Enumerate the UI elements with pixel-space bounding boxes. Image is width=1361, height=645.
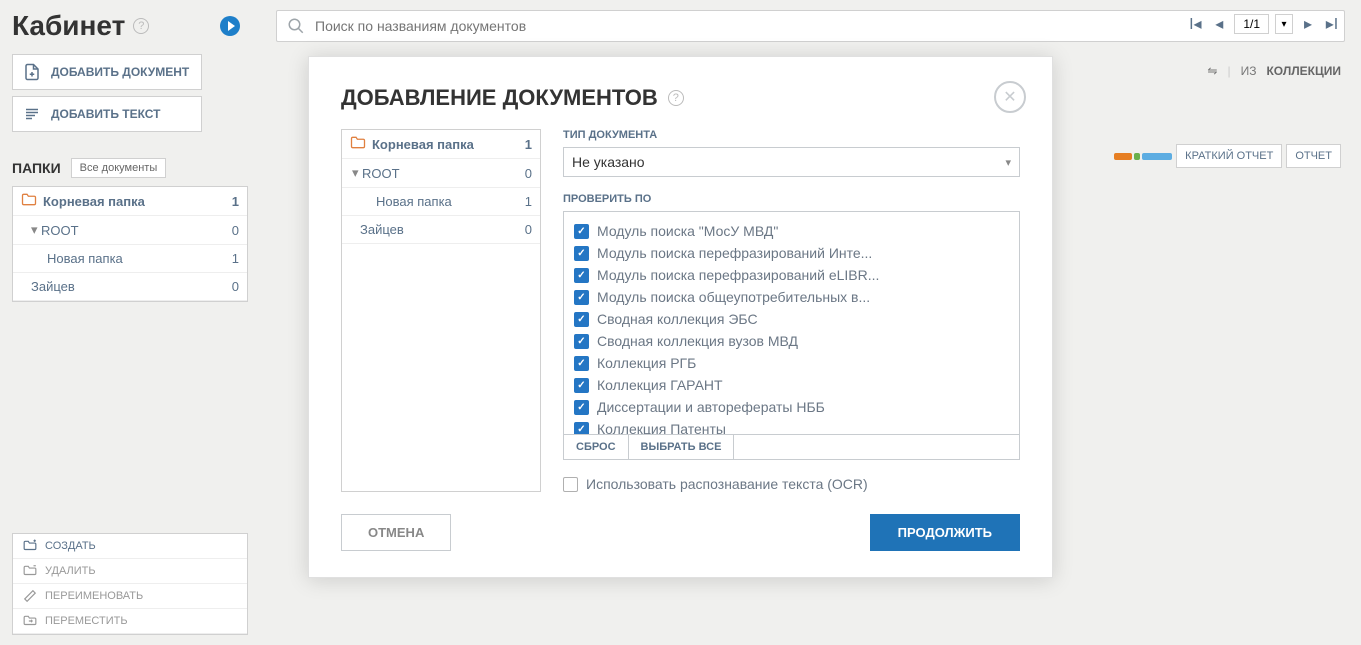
check-item[interactable]: Сводная коллекция вузов МВД xyxy=(574,330,1009,352)
checkbox-icon xyxy=(574,400,589,415)
close-icon: ✕ xyxy=(1003,87,1016,107)
checkbox-icon xyxy=(574,378,589,393)
chevron-down-icon: ▾ xyxy=(352,165,362,181)
folder-name: Зайцев xyxy=(360,222,404,237)
select-all-button[interactable]: ВЫБРАТЬ ВСЕ xyxy=(629,435,735,459)
check-item[interactable]: Модуль поиска перефразирований eLIBR... xyxy=(574,264,1009,286)
checkbox-icon xyxy=(574,246,589,261)
folder-count: 0 xyxy=(525,166,532,181)
checkbox-icon xyxy=(574,334,589,349)
check-label: Модуль поиска перефразирований Инте... xyxy=(597,245,872,261)
check-item[interactable]: Модуль поиска общеупотребительных в... xyxy=(574,286,1009,308)
check-item[interactable]: Диссертации и авторефераты НББ xyxy=(574,396,1009,418)
modal-folder-row[interactable]: ▾ ROOT 0 xyxy=(342,159,540,188)
folder-name: ROOT xyxy=(362,166,400,181)
check-label: Сводная коллекция ЭБС xyxy=(597,311,758,327)
check-label: Диссертации и авторефераты НББ xyxy=(597,399,825,415)
check-by-label: ПРОВЕРИТЬ ПО xyxy=(563,193,1020,205)
check-item[interactable]: Коллекция РГБ xyxy=(574,352,1009,374)
modal-folder-row[interactable]: Новая папка 1 xyxy=(342,188,540,216)
modal-folder-row[interactable]: Зайцев 0 xyxy=(342,216,540,244)
check-label: Модуль поиска общеупотребительных в... xyxy=(597,289,870,305)
checkbox-icon xyxy=(574,268,589,283)
chevron-down-icon: ▾ xyxy=(1005,156,1011,169)
check-sources-list[interactable]: Модуль поиска "МосУ МВД" Модуль поиска п… xyxy=(563,211,1020,435)
folder-name: Корневая папка xyxy=(372,137,474,152)
doc-type-select[interactable]: Не указано ▾ xyxy=(563,147,1020,177)
check-item[interactable]: Коллекция ГАРАНТ xyxy=(574,374,1009,396)
continue-button[interactable]: ПРОДОЛЖИТЬ xyxy=(870,514,1020,551)
checkbox-icon xyxy=(574,422,589,436)
folder-name: Новая папка xyxy=(376,194,452,209)
help-icon[interactable]: ? xyxy=(668,90,684,106)
check-item[interactable]: Модуль поиска "МосУ МВД" xyxy=(574,220,1009,242)
check-label: Модуль поиска перефразирований eLIBR... xyxy=(597,267,879,283)
modal-title: ДОБАВЛЕНИЕ ДОКУМЕНТОВ xyxy=(341,85,658,111)
modal-folder-tree: Корневая папка 1 ▾ ROOT 0 Новая папка 1 … xyxy=(341,129,541,492)
add-documents-modal: ✕ ДОБАВЛЕНИЕ ДОКУМЕНТОВ ? Корневая папка… xyxy=(308,56,1053,578)
checkbox-icon xyxy=(563,477,578,492)
cancel-button[interactable]: ОТМЕНА xyxy=(341,514,451,551)
check-label: Коллекция ГАРАНТ xyxy=(597,377,723,393)
check-label: Модуль поиска "МосУ МВД" xyxy=(597,223,778,239)
reset-button[interactable]: СБРОС xyxy=(564,435,629,459)
checkbox-icon xyxy=(574,224,589,239)
doc-type-label: ТИП ДОКУМЕНТА xyxy=(563,129,1020,141)
check-label: Коллекция РГБ xyxy=(597,355,696,371)
check-item[interactable]: Сводная коллекция ЭБС xyxy=(574,308,1009,330)
check-label: Коллекция Патенты xyxy=(597,421,726,435)
list-actions: СБРОС ВЫБРАТЬ ВСЕ xyxy=(563,435,1020,460)
folder-count: 0 xyxy=(525,222,532,237)
folder-count: 1 xyxy=(525,194,532,209)
check-label: Сводная коллекция вузов МВД xyxy=(597,333,798,349)
modal-overlay: ✕ ДОБАВЛЕНИЕ ДОКУМЕНТОВ ? Корневая папка… xyxy=(0,0,1361,645)
ocr-checkbox-row[interactable]: Использовать распознавание текста (OCR) xyxy=(563,476,1020,492)
check-item[interactable]: Коллекция Патенты xyxy=(574,418,1009,435)
checkbox-icon xyxy=(574,312,589,327)
doc-type-value: Не указано xyxy=(572,154,645,170)
checkbox-icon xyxy=(574,356,589,371)
ocr-label: Использовать распознавание текста (OCR) xyxy=(586,476,868,492)
check-item[interactable]: Модуль поиска перефразирований Инте... xyxy=(574,242,1009,264)
modal-folder-row[interactable]: Корневая папка 1 xyxy=(342,130,540,159)
close-button[interactable]: ✕ xyxy=(994,81,1026,113)
folder-icon xyxy=(350,136,366,152)
checkbox-icon xyxy=(574,290,589,305)
folder-count: 1 xyxy=(525,137,532,152)
